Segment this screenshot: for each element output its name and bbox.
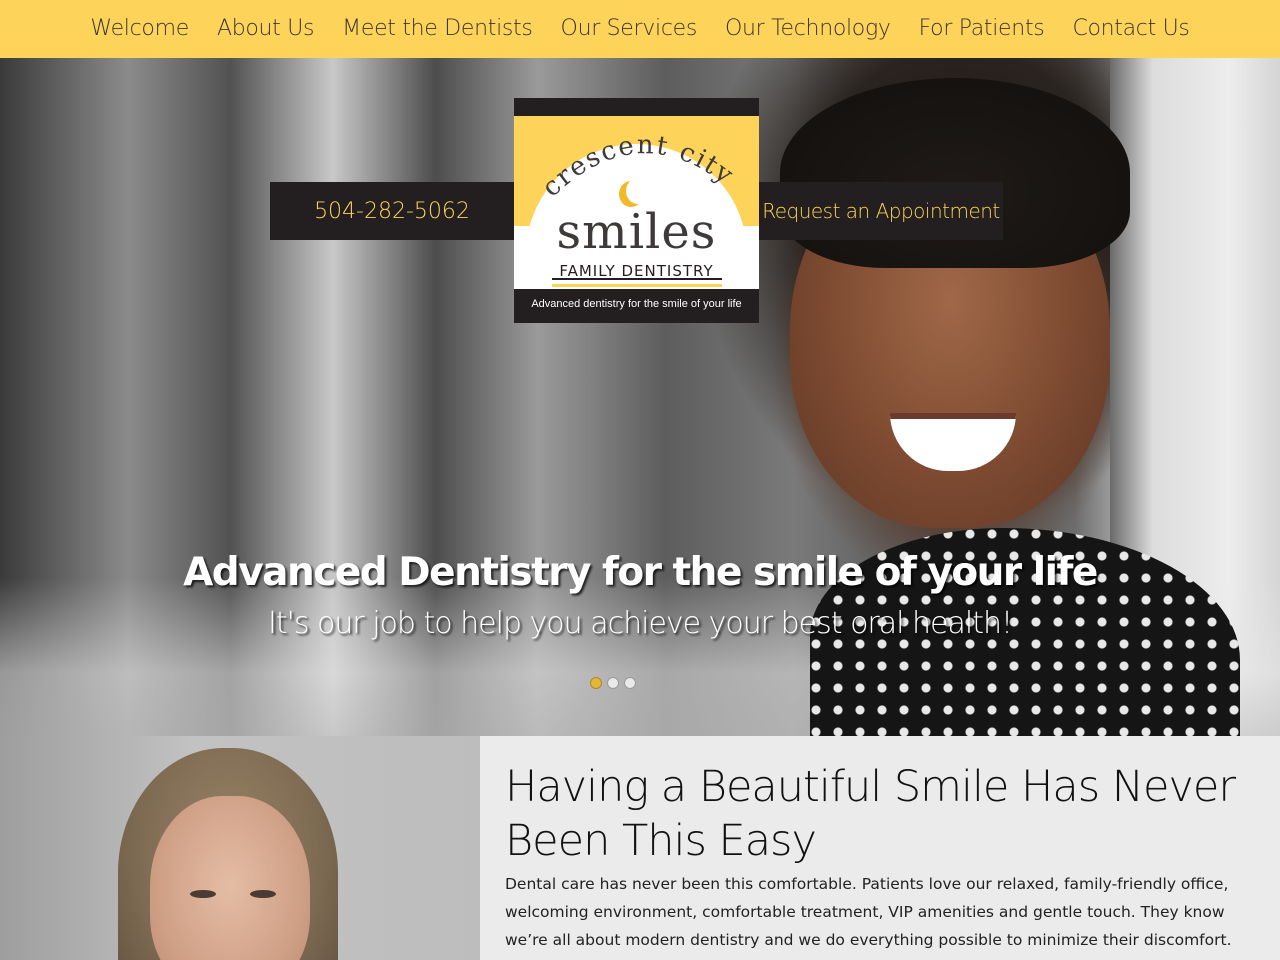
logo-top-band [514,98,759,114]
intro-heading: Having a Beautiful Smile Has Never Been … [505,762,1236,866]
logo-yellow-rule [552,284,722,287]
hero-title: Advanced Dentistry for the smile of your… [183,550,1098,595]
nav-contact-us[interactable]: Contact Us [1072,0,1189,58]
nav-our-technology[interactable]: Our Technology [725,0,891,58]
crescent-moon-icon [626,178,650,204]
nav-about-us[interactable]: About Us [217,0,315,58]
nav-meet-the-dentists[interactable]: Meet the Dentists [342,0,533,58]
dentist-right-eye [250,890,276,898]
nav-welcome[interactable]: Welcome [90,0,189,58]
slider-pagination [590,677,641,689]
dentist-left-eye [190,890,216,898]
phone-number-button[interactable]: 504-282-5062 [270,182,514,240]
dentist-face [150,796,310,960]
slider-dot-2[interactable] [607,677,619,689]
site-logo[interactable]: crescent city smiles FAMILY DENTISTRY Ad… [514,98,759,323]
slider-dot-1[interactable] [590,677,602,689]
slider-dot-3[interactable] [624,677,636,689]
intro-section: Having a Beautiful Smile Has Never Been … [480,736,1280,960]
logo-emblem: crescent city smiles [514,116,759,286]
dentist-photo [0,736,480,960]
nav-for-patients[interactable]: For Patients [919,0,1045,58]
request-appointment-button[interactable]: Request an Appointment [759,182,1003,240]
logo-subtitle: FAMILY DENTISTRY [559,262,714,280]
hero-subtitle: It's our job to help you achieve your be… [267,606,1013,641]
intro-paragraph: Dental care has never been this comforta… [505,875,1232,949]
hero-slider: 504-282-5062 Request an Appointment cres… [0,58,1280,736]
logo-name: smiles [556,204,717,260]
main-nav: Welcome About Us Meet the Dentists Our S… [0,0,1280,58]
nav-our-services[interactable]: Our Services [561,0,698,58]
logo-tagline: Advanced dentistry for the smile of your… [531,298,742,310]
